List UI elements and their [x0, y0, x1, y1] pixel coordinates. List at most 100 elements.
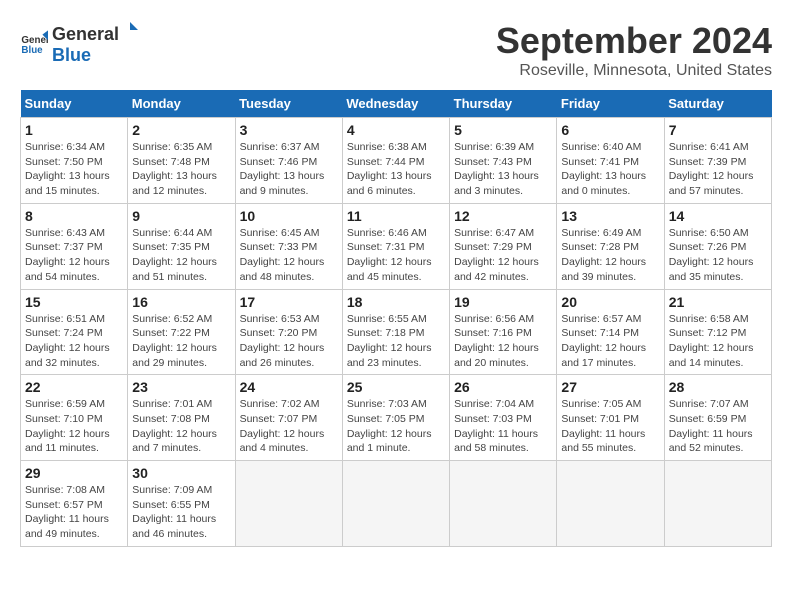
calendar-cell	[450, 461, 557, 547]
logo-blue: Blue	[52, 45, 91, 65]
calendar-cell: 11 Sunrise: 6:46 AMSunset: 7:31 PMDayligh…	[342, 203, 449, 289]
day-number: 11	[347, 208, 445, 224]
calendar-cell: 22 Sunrise: 6:59 AMSunset: 7:10 PMDayligh…	[21, 375, 128, 461]
day-detail: Sunrise: 6:56 AMSunset: 7:16 PMDaylight:…	[454, 312, 552, 371]
day-number: 3	[240, 122, 338, 138]
day-detail: Sunrise: 6:38 AMSunset: 7:44 PMDaylight:…	[347, 140, 445, 199]
calendar-cell: 16 Sunrise: 6:52 AMSunset: 7:22 PMDayligh…	[128, 289, 235, 375]
day-number: 17	[240, 294, 338, 310]
day-number: 20	[561, 294, 659, 310]
day-detail: Sunrise: 6:44 AMSunset: 7:35 PMDaylight:…	[132, 226, 230, 285]
day-detail: Sunrise: 6:41 AMSunset: 7:39 PMDaylight:…	[669, 140, 767, 199]
day-number: 5	[454, 122, 552, 138]
header-thursday: Thursday	[450, 90, 557, 118]
calendar-cell: 23 Sunrise: 7:01 AMSunset: 7:08 PMDayligh…	[128, 375, 235, 461]
day-number: 19	[454, 294, 552, 310]
day-detail: Sunrise: 6:40 AMSunset: 7:41 PMDaylight:…	[561, 140, 659, 199]
calendar-cell: 17 Sunrise: 6:53 AMSunset: 7:20 PMDayligh…	[235, 289, 342, 375]
day-number: 26	[454, 379, 552, 395]
calendar-cell: 8 Sunrise: 6:43 AMSunset: 7:37 PMDaylight…	[21, 203, 128, 289]
day-number: 30	[132, 465, 230, 481]
header-monday: Monday	[128, 90, 235, 118]
calendar-cell: 15 Sunrise: 6:51 AMSunset: 7:24 PMDayligh…	[21, 289, 128, 375]
calendar-cell: 4Sunrise: 6:38 AMSunset: 7:44 PMDaylight…	[342, 118, 449, 204]
day-number: 6	[561, 122, 659, 138]
calendar-cell: 12Sunrise: 6:47 AMSunset: 7:29 PMDayligh…	[450, 203, 557, 289]
calendar-cell: 7 Sunrise: 6:41 AMSunset: 7:39 PMDaylight…	[664, 118, 771, 204]
logo-general: General	[52, 24, 119, 45]
calendar-cell: 30Sunrise: 7:09 AMSunset: 6:55 PMDayligh…	[128, 461, 235, 547]
day-detail: Sunrise: 6:51 AMSunset: 7:24 PMDaylight:…	[25, 312, 123, 371]
day-detail: Sunrise: 6:37 AMSunset: 7:46 PMDaylight:…	[240, 140, 338, 199]
day-number: 15	[25, 294, 123, 310]
day-number: 22	[25, 379, 123, 395]
day-detail: Sunrise: 6:57 AMSunset: 7:14 PMDaylight:…	[561, 312, 659, 371]
calendar-cell: 28Sunrise: 7:07 AMSunset: 6:59 PMDayligh…	[664, 375, 771, 461]
week-row-1: 1Sunrise: 6:34 AMSunset: 7:50 PMDaylight…	[21, 118, 772, 204]
calendar-cell: 18Sunrise: 6:55 AMSunset: 7:18 PMDayligh…	[342, 289, 449, 375]
day-number: 29	[25, 465, 123, 481]
week-row-2: 8 Sunrise: 6:43 AMSunset: 7:37 PMDaylight…	[21, 203, 772, 289]
calendar-cell: 1Sunrise: 6:34 AMSunset: 7:50 PMDaylight…	[21, 118, 128, 204]
calendar-cell: 29Sunrise: 7:08 AMSunset: 6:57 PMDayligh…	[21, 461, 128, 547]
week-row-5: 29Sunrise: 7:08 AMSunset: 6:57 PMDayligh…	[21, 461, 772, 547]
day-detail: Sunrise: 6:45 AMSunset: 7:33 PMDaylight:…	[240, 226, 338, 285]
svg-text:Blue: Blue	[21, 45, 43, 56]
day-number: 18	[347, 294, 445, 310]
calendar-cell	[557, 461, 664, 547]
day-number: 27	[561, 379, 659, 395]
calendar-cell: 5 Sunrise: 6:39 AMSunset: 7:43 PMDaylight…	[450, 118, 557, 204]
calendar-cell: 13Sunrise: 6:49 AMSunset: 7:28 PMDayligh…	[557, 203, 664, 289]
calendar-cell: 26Sunrise: 7:04 AMSunset: 7:03 PMDayligh…	[450, 375, 557, 461]
day-detail: Sunrise: 6:46 AMSunset: 7:31 PMDaylight:…	[347, 226, 445, 285]
day-number: 14	[669, 208, 767, 224]
header-row: SundayMondayTuesdayWednesdayThursdayFrid…	[21, 90, 772, 118]
calendar-cell: 14 Sunrise: 6:50 AMSunset: 7:26 PMDayligh…	[664, 203, 771, 289]
day-detail: Sunrise: 7:02 AMSunset: 7:07 PMDaylight:…	[240, 397, 338, 456]
day-detail: Sunrise: 6:50 AMSunset: 7:26 PMDaylight:…	[669, 226, 767, 285]
calendar-cell: 24Sunrise: 7:02 AMSunset: 7:07 PMDayligh…	[235, 375, 342, 461]
month-title: September 2024	[496, 20, 772, 62]
day-detail: Sunrise: 6:58 AMSunset: 7:12 PMDaylight:…	[669, 312, 767, 371]
day-number: 8	[25, 208, 123, 224]
day-number: 7	[669, 122, 767, 138]
day-detail: Sunrise: 6:59 AMSunset: 7:10 PMDaylight:…	[25, 397, 123, 456]
logo-icon: General Blue	[20, 29, 48, 57]
day-number: 28	[669, 379, 767, 395]
calendar-table: SundayMondayTuesdayWednesdayThursdayFrid…	[20, 90, 772, 547]
day-number: 16	[132, 294, 230, 310]
logo: General Blue General Blue	[20, 20, 141, 66]
day-detail: Sunrise: 7:01 AMSunset: 7:08 PMDaylight:…	[132, 397, 230, 456]
calendar-cell: 25Sunrise: 7:03 AMSunset: 7:05 PMDayligh…	[342, 375, 449, 461]
day-detail: Sunrise: 6:43 AMSunset: 7:37 PMDaylight:…	[25, 226, 123, 285]
logo-arrow	[120, 20, 140, 40]
header-wednesday: Wednesday	[342, 90, 449, 118]
day-detail: Sunrise: 6:49 AMSunset: 7:28 PMDaylight:…	[561, 226, 659, 285]
day-detail: Sunrise: 7:05 AMSunset: 7:01 PMDaylight:…	[561, 397, 659, 456]
day-number: 23	[132, 379, 230, 395]
day-detail: Sunrise: 6:53 AMSunset: 7:20 PMDaylight:…	[240, 312, 338, 371]
day-detail: Sunrise: 6:35 AMSunset: 7:48 PMDaylight:…	[132, 140, 230, 199]
day-detail: Sunrise: 6:39 AMSunset: 7:43 PMDaylight:…	[454, 140, 552, 199]
calendar-cell: 10 Sunrise: 6:45 AMSunset: 7:33 PMDayligh…	[235, 203, 342, 289]
week-row-3: 15 Sunrise: 6:51 AMSunset: 7:24 PMDayligh…	[21, 289, 772, 375]
calendar-cell: 27 Sunrise: 7:05 AMSunset: 7:01 PMDayligh…	[557, 375, 664, 461]
calendar-cell: 20 Sunrise: 6:57 AMSunset: 7:14 PMDayligh…	[557, 289, 664, 375]
calendar-cell: 6 Sunrise: 6:40 AMSunset: 7:41 PMDaylight…	[557, 118, 664, 204]
calendar-cell: 9Sunrise: 6:44 AMSunset: 7:35 PMDaylight…	[128, 203, 235, 289]
day-detail: Sunrise: 6:52 AMSunset: 7:22 PMDaylight:…	[132, 312, 230, 371]
header-tuesday: Tuesday	[235, 90, 342, 118]
header-saturday: Saturday	[664, 90, 771, 118]
calendar-cell: 19 Sunrise: 6:56 AMSunset: 7:16 PMDayligh…	[450, 289, 557, 375]
day-detail: Sunrise: 7:03 AMSunset: 7:05 PMDaylight:…	[347, 397, 445, 456]
location-title: Roseville, Minnesota, United States	[496, 62, 772, 80]
calendar-cell	[342, 461, 449, 547]
title-area: September 2024 Roseville, Minnesota, Uni…	[496, 20, 772, 80]
day-number: 12	[454, 208, 552, 224]
day-number: 1	[25, 122, 123, 138]
calendar-cell: 3 Sunrise: 6:37 AMSunset: 7:46 PMDaylight…	[235, 118, 342, 204]
calendar-cell: 2Sunrise: 6:35 AMSunset: 7:48 PMDaylight…	[128, 118, 235, 204]
day-number: 10	[240, 208, 338, 224]
week-row-4: 22 Sunrise: 6:59 AMSunset: 7:10 PMDayligh…	[21, 375, 772, 461]
header-friday: Friday	[557, 90, 664, 118]
